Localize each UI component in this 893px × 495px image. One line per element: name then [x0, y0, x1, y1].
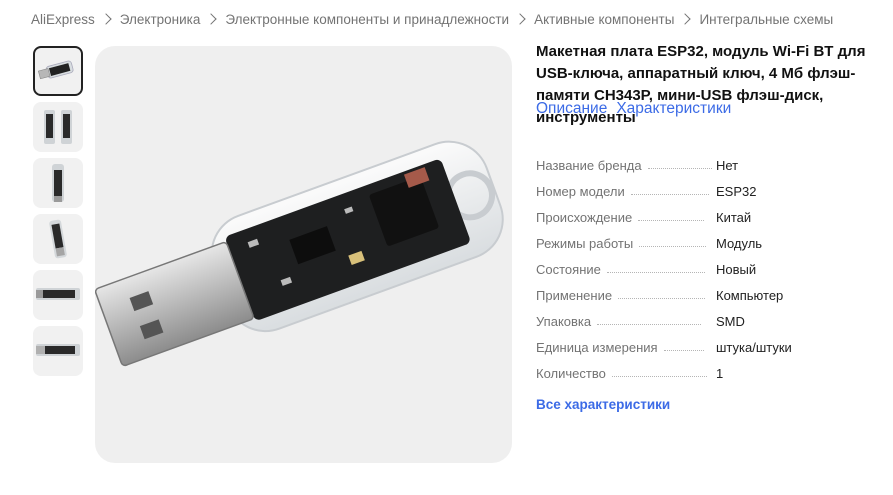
dotted-leader [630, 193, 709, 195]
breadcrumb-electronics[interactable]: Электроника [120, 12, 201, 27]
dotted-leader [606, 271, 705, 273]
esp32-usb-dongle-image [95, 140, 504, 367]
thumbnail-gallery [33, 46, 85, 382]
spec-row: Применение Компьютер [536, 282, 876, 308]
spec-row: Состояние Новый [536, 256, 876, 282]
spec-key: Упаковка [536, 313, 592, 329]
chevron-right-icon [514, 13, 526, 25]
spec-row: Номер модели ESP32 [536, 178, 876, 204]
chevron-right-icon [205, 13, 218, 25]
thumbnail-6[interactable] [33, 326, 83, 376]
all-specs-link[interactable]: Все характеристики [536, 397, 670, 412]
thumbnail-3[interactable] [33, 158, 83, 208]
usb-dongle-thumb-image [37, 60, 74, 80]
spec-key: Применение [536, 287, 613, 303]
spec-row: Происхождение Китай [536, 204, 876, 230]
chevron-right-icon [100, 13, 112, 25]
spec-key: Единица измерения [536, 339, 658, 355]
spec-value: Компьютер [716, 287, 784, 303]
breadcrumb-aliexpress[interactable]: AliExpress [31, 12, 95, 27]
spec-value: SMD [716, 313, 745, 329]
spec-key: Состояние [536, 261, 601, 277]
spec-row: Количество 1 [536, 360, 876, 386]
breadcrumb-integrated-circuits[interactable]: Интегральные схемы [699, 12, 833, 27]
spec-key: Название бренда [536, 157, 642, 173]
dotted-leader [638, 219, 705, 221]
spec-value: Новый [716, 261, 757, 277]
dotted-leader [618, 297, 706, 299]
usb-dongle-top-image [52, 164, 64, 202]
spec-key: Номер модели [536, 183, 625, 199]
usb-dongle-front-back-image [44, 110, 72, 144]
spec-row: Название бренда Нет [536, 152, 876, 178]
breadcrumb: AliExpress Электроника Электронные компо… [31, 10, 833, 28]
tab-description[interactable]: Описание [536, 100, 607, 118]
dotted-leader [611, 375, 707, 377]
breadcrumb-electronic-components[interactable]: Электронные компоненты и принадлежности [225, 12, 509, 27]
spec-key: Происхождение [536, 209, 633, 225]
tab-characteristics[interactable]: Характеристики [616, 100, 731, 118]
spec-key: Количество [536, 365, 606, 381]
dotted-leader [639, 245, 707, 247]
dotted-leader [647, 167, 712, 169]
usb-dongle-side-image [36, 288, 80, 300]
spec-value: штука/штуки [716, 339, 792, 355]
thumbnail-2[interactable] [33, 102, 83, 152]
dotted-leader [597, 323, 702, 325]
thumbnail-1[interactable] [33, 46, 83, 96]
main-product-image[interactable] [95, 46, 512, 463]
spec-value: Модуль [716, 235, 763, 251]
spec-value: ESP32 [716, 183, 757, 199]
specs-list: Название бренда Нет Номер модели ESP32 П… [536, 152, 876, 386]
chevron-right-icon [679, 13, 692, 25]
usb-dongle-side2-image [36, 344, 80, 356]
product-tabs: Описание Характеристики [536, 100, 731, 118]
spec-value: Китай [716, 209, 752, 225]
spec-key: Режимы работы [536, 235, 634, 251]
thumbnail-5[interactable] [33, 270, 83, 320]
spec-value: 1 [716, 365, 724, 381]
spec-value: Нет [716, 157, 739, 173]
breadcrumb-active-components[interactable]: Активные компоненты [534, 12, 674, 27]
dotted-leader [663, 349, 704, 351]
spec-row: Упаковка SMD [536, 308, 876, 334]
thumbnail-4[interactable] [33, 214, 83, 264]
spec-row: Режимы работы Модуль [536, 230, 876, 256]
spec-row: Единица измерения штука/штуки [536, 334, 876, 360]
usb-dongle-angle-image [49, 219, 67, 259]
